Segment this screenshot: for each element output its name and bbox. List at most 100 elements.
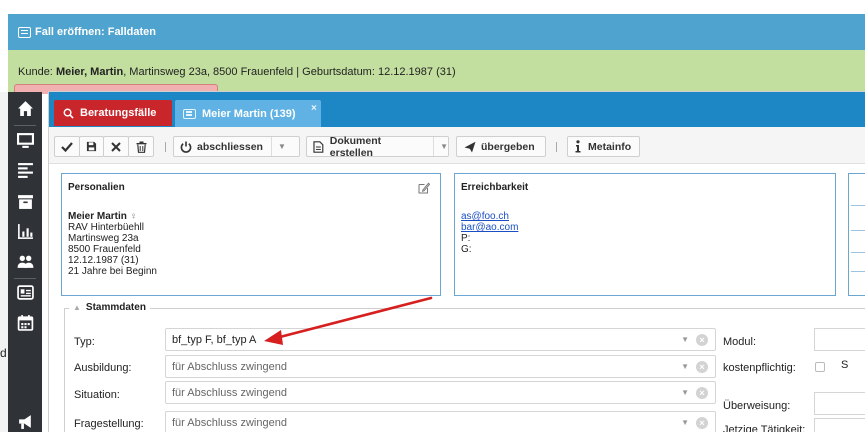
sidebar-separator (14, 278, 36, 279)
kostenpflichtig-label: kostenpflichtig: (723, 362, 796, 374)
erreichbarkeit-details: as@foo.ch bar@ao.com P: G: (461, 211, 518, 255)
person-line: Martinsweg 23a (68, 233, 139, 244)
tab-beratungsfaelle[interactable]: Beratungsfälle (54, 100, 172, 126)
delete-button[interactable] (128, 136, 154, 157)
person-name: Meier Martin (68, 211, 127, 222)
tab-beratungsfaelle-label: Beratungsfälle (80, 107, 157, 119)
kostenpflichtig-checkbox[interactable] (815, 362, 825, 372)
floppy-icon (86, 141, 97, 152)
calendar-icon[interactable] (17, 314, 34, 331)
id-card-icon[interactable] (17, 284, 34, 301)
toolbar-separator (556, 142, 557, 152)
tab-meier-martin-label: Meier Martin (139) (202, 107, 296, 120)
kunde-details: , Martinsweg 23a, 8500 Frauenfeld | Gebu… (123, 66, 456, 78)
chevron-down-icon[interactable]: ▼ (681, 362, 689, 371)
send-icon (464, 141, 476, 152)
toolbar: abschliessen ▼ Dokument erstellen ▼ über… (49, 127, 865, 164)
main-panel: Beratungsfälle Meier Martin (139) × absc… (49, 92, 865, 432)
clear-icon[interactable]: × (696, 387, 708, 399)
person-line: 12.12.1987 (31) (68, 255, 139, 266)
tab-bar: Beratungsfälle Meier Martin (139) × (49, 92, 865, 127)
desktop-icon[interactable] (17, 132, 34, 149)
chevron-down-icon[interactable]: ▼ (681, 335, 689, 344)
id-card-icon (18, 26, 31, 38)
save-check-button[interactable] (54, 136, 80, 157)
list-icon[interactable] (17, 162, 34, 179)
taetigkeit-input[interactable] (814, 418, 865, 432)
erreichbarkeit-title: Erreichbarkeit (461, 182, 529, 193)
email-link[interactable]: bar@ao.com (461, 222, 518, 233)
tab-meier-martin[interactable]: Meier Martin (139) × (175, 100, 321, 127)
situation-placeholder: für Abschluss zwingend (172, 387, 287, 399)
card-line (851, 230, 865, 231)
dialog-titlebar: Fall eröffnen: Falldaten (8, 14, 865, 50)
card-line (851, 205, 865, 206)
sidebar-separator (14, 125, 36, 126)
person-line: RAV Hinterbüehll (68, 222, 144, 233)
edit-icon[interactable] (418, 182, 430, 194)
cancel-button[interactable] (103, 136, 129, 157)
situation-label: Situation: (74, 389, 120, 401)
fragestellung-label: Fragestellung: (74, 418, 144, 430)
bar-chart-icon[interactable] (17, 223, 34, 240)
background-letter: d (0, 346, 7, 360)
typ-select[interactable]: bf_typ F, bf_typ A ▼ × (165, 328, 716, 351)
metainfo-label: Metainfo (588, 140, 632, 153)
typ-value: bf_typ F, bf_typ A (172, 334, 257, 346)
stammdaten-legend-label: Stammdaten (85, 302, 146, 313)
abschliessen-label: abschliessen (197, 140, 263, 153)
modul-input[interactable] (814, 328, 865, 351)
third-card-edge (848, 173, 865, 296)
uebergeben-button[interactable]: übergeben (456, 136, 546, 157)
fragestellung-placeholder: für Abschluss zwingend (172, 417, 287, 429)
taetigkeit-label: Jetzige Tätigkeit: (723, 424, 806, 432)
clear-icon[interactable]: × (696, 361, 708, 373)
situation-select[interactable]: für Abschluss zwingend ▼ × (165, 381, 716, 404)
ausbildung-label: Ausbildung: (74, 362, 132, 374)
info-icon (575, 140, 581, 153)
chevron-down-icon[interactable]: ▼ (681, 418, 689, 427)
check-icon (61, 141, 73, 152)
kunde-label: Kunde: (18, 66, 53, 78)
email-link[interactable]: as@foo.ch (461, 211, 509, 222)
ueberweisung-input[interactable] (814, 392, 865, 415)
save-button[interactable] (79, 136, 104, 157)
archive-icon[interactable] (17, 193, 34, 210)
toolbar-separator (165, 142, 166, 152)
dokument-erstellen-label: Dokument erstellen (329, 134, 382, 159)
personalien-card: Personalien Meier Martin ♀ RAV Hinterbüe… (61, 173, 441, 296)
clear-icon[interactable]: × (696, 417, 708, 429)
phone-g-label: G: (461, 244, 472, 255)
ausbildung-select[interactable]: für Abschluss zwingend ▼ × (165, 355, 716, 378)
background-left-strip (0, 92, 8, 432)
users-icon[interactable] (17, 253, 34, 270)
metainfo-button[interactable]: Metainfo (567, 136, 640, 157)
chevron-down-icon[interactable]: ▼ (433, 137, 448, 156)
dialog-title: Fall eröffnen: Falldaten (35, 26, 157, 38)
ueberweisung-label: Überweisung: (723, 400, 791, 412)
stammdaten-legend[interactable]: ▲ Stammdaten (69, 302, 150, 313)
chevron-down-icon[interactable]: ▼ (681, 388, 689, 397)
phone-p-label: P: (461, 233, 471, 244)
sidebar (8, 92, 42, 432)
ausbildung-placeholder: für Abschluss zwingend (172, 361, 287, 373)
personalien-title: Personalien (68, 182, 125, 193)
clear-icon[interactable]: × (696, 334, 708, 346)
fragestellung-select[interactable]: für Abschluss zwingend ▼ × (165, 411, 716, 432)
person-line: 8500 Frauenfeld (68, 244, 141, 255)
power-icon (180, 141, 192, 153)
document-icon (313, 140, 324, 153)
chevron-down-icon[interactable]: ▼ (270, 137, 286, 156)
kunde-name: Meier, Martin (55, 66, 124, 78)
close-icon (111, 141, 121, 152)
uebergeben-label: übergeben (481, 140, 535, 153)
s-label: S (841, 359, 849, 371)
abschliessen-button[interactable]: abschliessen ▼ (173, 136, 300, 157)
personalien-details: Meier Martin ♀ RAV Hinterbüehll Martinsw… (68, 211, 157, 277)
card-line (851, 271, 865, 272)
megaphone-icon[interactable] (17, 413, 34, 430)
typ-label: Typ: (74, 336, 95, 348)
dokument-erstellen-button[interactable]: Dokument erstellen ▼ (306, 134, 449, 159)
home-icon[interactable] (17, 100, 34, 117)
close-icon[interactable]: × (311, 103, 317, 114)
